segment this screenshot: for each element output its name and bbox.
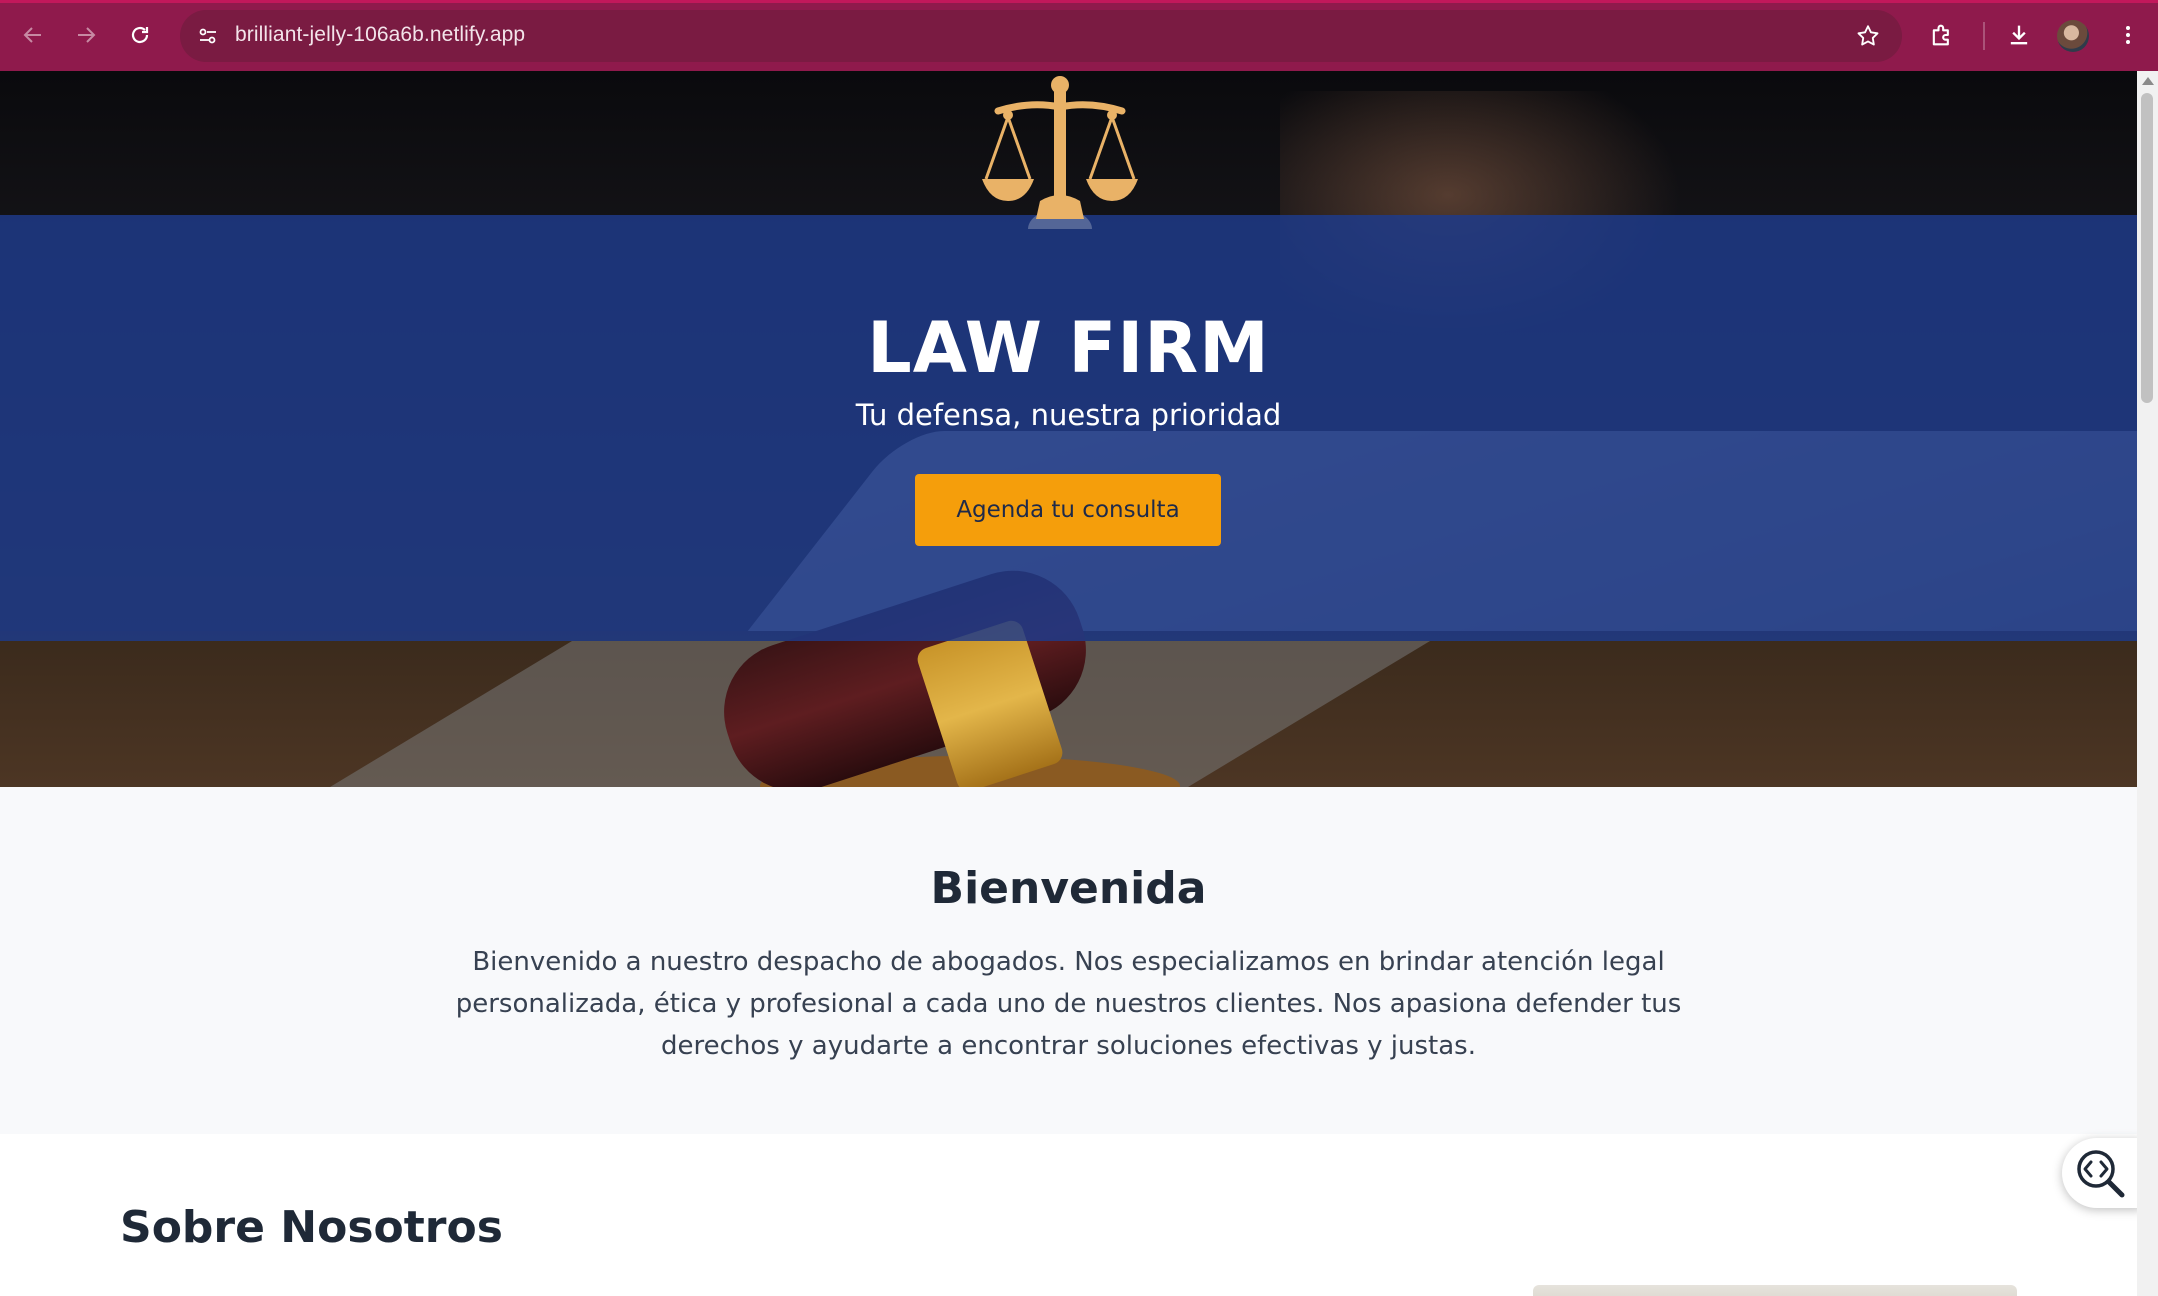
scroll-up-arrow-icon[interactable] (2142, 77, 2154, 85)
extensions-button[interactable] (1924, 17, 1960, 53)
hero-title: LAW FIRM (867, 307, 1270, 389)
toolbar-divider (1983, 22, 1985, 50)
forward-icon (78, 27, 96, 43)
site-info-icon (199, 28, 216, 44)
book-consultation-button[interactable]: Agenda tu consulta (915, 474, 1221, 546)
browser-toolbar: brilliant-jelly-106a6b.netlify.app (0, 0, 2158, 71)
profile-avatar[interactable] (2057, 20, 2089, 52)
welcome-section: Bienvenida Bienvenido a nuestro despacho… (0, 787, 2137, 1134)
welcome-text: Bienvenido a nuestro despacho de abogado… (455, 947, 1682, 1061)
page-scrollbar[interactable] (2137, 71, 2158, 1296)
extensions-icon (1932, 24, 1949, 46)
bookmark-button[interactable] (1852, 20, 1884, 52)
scrollbar-thumb[interactable] (2141, 93, 2153, 403)
hero-section: LAW FIRM Tu defensa, nuestra prioridad A… (0, 71, 2137, 787)
about-image (1533, 1285, 2017, 1296)
downloads-button[interactable] (2001, 17, 2037, 53)
reload-button[interactable] (122, 17, 158, 53)
url-text[interactable]: brilliant-jelly-106a6b.netlify.app (235, 23, 525, 47)
reload-icon (131, 26, 149, 44)
menu-icon (2126, 26, 2130, 44)
hero-subtitle: Tu defensa, nuestra prioridad (855, 398, 1282, 432)
page-viewport: LAW FIRM Tu defensa, nuestra prioridad A… (0, 71, 2137, 1296)
code-inspect-icon (2077, 1150, 2125, 1198)
address-bar[interactable]: brilliant-jelly-106a6b.netlify.app (180, 10, 1902, 62)
site-info-button[interactable] (192, 20, 224, 52)
floating-inspect-button[interactable] (2062, 1138, 2142, 1208)
about-section: Sobre Nosotros (0, 1134, 2137, 1296)
tab-strip-edge (0, 0, 2158, 3)
download-icon (2010, 25, 2028, 45)
forward-button[interactable] (68, 17, 104, 53)
welcome-heading: Bienvenida (930, 863, 1207, 914)
about-heading: Sobre Nosotros (120, 1202, 503, 1253)
browser-menu-button[interactable] (2110, 17, 2146, 53)
back-icon (23, 27, 41, 43)
bookmark-star-icon (1857, 25, 1879, 46)
scales-of-justice-icon (982, 76, 1138, 229)
back-button[interactable] (15, 17, 51, 53)
